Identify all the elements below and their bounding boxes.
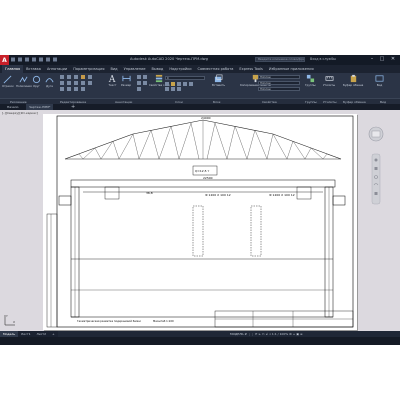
tab-featured-apps[interactable]: Избранные приложения xyxy=(266,65,317,73)
quick-access-toolbar[interactable] xyxy=(11,57,71,63)
panel-label-view[interactable]: Вид xyxy=(380,100,386,104)
tab-express-tools[interactable]: Express Tools xyxy=(236,65,265,73)
status-bar: Модель Лист1 Лист2 + МОДЕЛЬ # ⋮⋮ ⟳ ⊾ ▭ ∠… xyxy=(0,331,400,345)
pan-icon[interactable] xyxy=(374,167,378,170)
tab-collaborate[interactable]: Совместная работа xyxy=(195,65,237,73)
span-dimension-label: 22500 xyxy=(203,176,213,180)
dimension-label: Размер xyxy=(121,83,132,87)
title-bar: A Autodesk AutoCAD 2020 Чертеж-ПРМ.dwg В… xyxy=(0,55,400,65)
crane-capacity-label: Q=12,5 т xyxy=(195,169,210,173)
ribbon-panel: Отрезок Полилиния Круг Дуга A Текст Разм… xyxy=(0,73,400,98)
column-label-2: Ф 1200 Х 100 12 xyxy=(269,193,295,197)
drawing-canvas[interactable]: [–][Сверху][2D-каркас] 24000 Q=12,5 т 22… xyxy=(0,110,400,331)
view-button[interactable]: Вид xyxy=(375,74,384,87)
polyline-button[interactable]: Полилиния xyxy=(16,75,32,88)
insert-block-icon xyxy=(214,74,223,83)
view-icon xyxy=(375,75,384,82)
panel-label-draw[interactable]: Рисование xyxy=(10,100,27,104)
layers-icon xyxy=(155,74,162,83)
tab-annotate[interactable]: Аннотации xyxy=(44,65,70,73)
svg-text:X: X xyxy=(13,320,15,324)
dimension-icon xyxy=(121,75,131,82)
tab-output[interactable]: Вывод xyxy=(149,65,167,73)
app-logo-icon[interactable]: A xyxy=(0,55,9,65)
tab-insert[interactable]: Вставка xyxy=(23,65,44,73)
line-icon xyxy=(3,75,12,84)
tab-addins[interactable]: Надстройки xyxy=(166,65,194,73)
panel-label-block[interactable]: Блок xyxy=(213,100,221,104)
panel-label-modify[interactable]: Редактирование xyxy=(60,100,86,104)
lineweight-dropdown[interactable]: ПоСлою xyxy=(258,87,300,91)
linetype-dropdown[interactable]: ПоСлою xyxy=(258,81,300,85)
drawing-note: Геометрическая разметка подкрановой балк… xyxy=(77,319,141,323)
layer-dropdown[interactable]: 0 xyxy=(165,76,205,80)
scale-label: Масштаб 1:100 xyxy=(153,319,174,323)
line-button[interactable]: Отрезок xyxy=(2,75,14,88)
tab-view[interactable]: Вид xyxy=(107,65,120,73)
close-button[interactable]: ✕ xyxy=(389,56,397,63)
insert-block-button[interactable]: Вставить xyxy=(212,74,225,87)
minimize-button[interactable]: – xyxy=(368,56,376,63)
groups-label: Группы xyxy=(305,83,316,87)
viewport-controls[interactable]: [–][Сверху][2D-каркас] xyxy=(2,111,38,115)
drawing-content: 24000 Q=12,5 т 22500 Ф 1200 Х 100 12 Ф 1… xyxy=(46,115,354,328)
groups-button[interactable]: Группы xyxy=(305,74,316,87)
lineweight-dropdown-value: ПоСлою xyxy=(260,88,271,91)
color-dropdown[interactable]: ПоСлою xyxy=(258,75,300,79)
utilities-button[interactable]: Утилиты xyxy=(323,74,335,87)
group-icon xyxy=(306,74,314,83)
dimension-button[interactable]: Размер xyxy=(121,74,131,87)
layer-tools-icons[interactable] xyxy=(165,82,205,92)
color-dropdown-value: ПоСлою xyxy=(260,76,271,79)
insert-block-label: Вставить xyxy=(212,83,226,87)
circle-label: Круг xyxy=(33,84,40,88)
panel-label-clipboard[interactable]: Буфер обмена xyxy=(343,100,366,104)
ribbon-tabs: Главная Вставка Аннотации Параметризация… xyxy=(0,65,400,73)
search-input[interactable]: Введите ключевое слово/фразу xyxy=(255,57,305,62)
maximize-button[interactable]: □ xyxy=(378,56,386,63)
navigation-bar[interactable] xyxy=(367,124,385,234)
svg-text:A: A xyxy=(108,75,116,83)
polyline-icon xyxy=(19,76,28,83)
showmotion-icon[interactable] xyxy=(374,192,378,195)
steering-wheel-icon[interactable] xyxy=(374,158,378,162)
linetype-dropdown-value: ПоСлою xyxy=(260,82,271,85)
truss-span-label: 24000 xyxy=(201,116,211,120)
command-line[interactable] xyxy=(0,337,400,345)
panel-label-utilities[interactable]: Утилиты xyxy=(323,100,337,104)
modify-tools-icons[interactable] xyxy=(60,75,105,93)
panel-label-groups[interactable]: Группы xyxy=(305,100,317,104)
window-title: Autodesk AutoCAD 2020 Чертеж-ПРМ.dwg xyxy=(130,57,208,61)
panel-label-annotation[interactable]: Аннотации xyxy=(115,100,132,104)
drawing-sheet: 24000 Q=12,5 т 22500 Ф 1200 Х 100 12 Ф 1… xyxy=(43,114,357,330)
text-icon: A xyxy=(108,75,116,83)
clipboard-label: Буфер обмена xyxy=(343,83,364,87)
clipboard-button[interactable]: Буфер обмена xyxy=(343,74,363,87)
panel-label-layers[interactable]: Слои xyxy=(175,100,183,104)
signin-link[interactable]: Вход в службы xyxy=(310,57,336,61)
text-button[interactable]: A Текст xyxy=(108,74,117,87)
tab-manage[interactable]: Управление xyxy=(121,65,149,73)
view-label: Вид xyxy=(376,83,383,87)
level-label: 36,8 xyxy=(146,191,153,195)
tab-home[interactable]: Главная xyxy=(2,65,24,73)
tab-parametric[interactable]: Параметризация xyxy=(70,65,107,73)
ucs-icon: X Y xyxy=(4,314,15,326)
measure-icon xyxy=(325,76,334,81)
layer-dropdown-value: 0 xyxy=(167,77,169,80)
polyline-label: Полилиния xyxy=(16,84,32,88)
panel-label-properties[interactable]: Свойства xyxy=(262,100,277,104)
utilities-label: Утилиты xyxy=(323,83,336,87)
clipboard-icon xyxy=(350,74,356,83)
arc-label: Дуга xyxy=(46,84,53,88)
circle-button[interactable]: Круг xyxy=(32,75,41,88)
svg-text:Y: Y xyxy=(6,314,8,318)
arc-icon xyxy=(45,78,54,83)
text-label: Текст xyxy=(108,83,117,87)
arc-button[interactable]: Дуга xyxy=(45,75,54,88)
autocad-window: A Autodesk AutoCAD 2020 Чертеж-ПРМ.dwg В… xyxy=(0,55,400,345)
column-label-1: Ф 1200 Х 100 12 xyxy=(205,193,231,197)
circle-icon xyxy=(32,75,41,84)
line-label: Отрезок xyxy=(2,84,14,88)
